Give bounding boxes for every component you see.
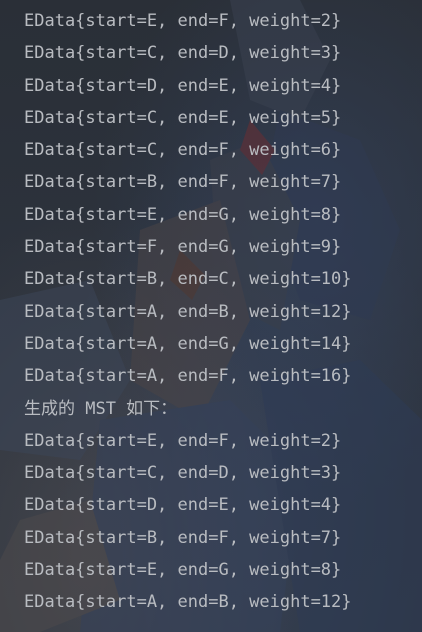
console-line: EData{start=A, end=F, weight=16} — [24, 366, 352, 387]
mst-header-line: 生成的 MST 如下： — [24, 398, 178, 419]
console-line: EData{start=D, end=E, weight=4} — [24, 75, 342, 96]
console-line: EData{start=E, end=F, weight=2} — [24, 11, 342, 31]
console-line: EData{start=C, end=D, weight=3} — [24, 463, 342, 484]
console-line: EData{start=A, end=B, weight=12} — [24, 592, 352, 613]
console-line: EData{start=E, end=G, weight=8} — [24, 560, 342, 581]
console-line: EData{start=C, end=E, weight=5} — [24, 107, 342, 128]
console-line: EData{start=E, end=G, weight=8} — [24, 204, 342, 225]
console-line: EData{start=E, end=F, weight=2} — [24, 430, 342, 451]
console-line: EData{start=A, end=B, weight=12} — [24, 301, 352, 322]
console-line: EData{start=B, end=F, weight=7} — [24, 172, 342, 193]
console-line: EData{start=A, end=G, weight=14} — [24, 333, 352, 354]
console-line: EData{start=F, end=G, weight=9} — [24, 237, 342, 258]
console-line: EData{start=D, end=E, weight=4} — [24, 495, 342, 516]
console-line: EData{start=B, end=F, weight=7} — [24, 527, 342, 548]
console-line: EData{start=C, end=D, weight=3} — [24, 43, 342, 64]
console-output-panel[interactable]: EData{start=E, end=F, weight=2} EData{st… — [0, 0, 422, 632]
console-lines: EData{start=E, end=F, weight=2} EData{st… — [24, 8, 422, 622]
console-line: EData{start=C, end=F, weight=6} — [24, 140, 342, 161]
console-line: EData{start=B, end=C, weight=10} — [24, 269, 352, 290]
